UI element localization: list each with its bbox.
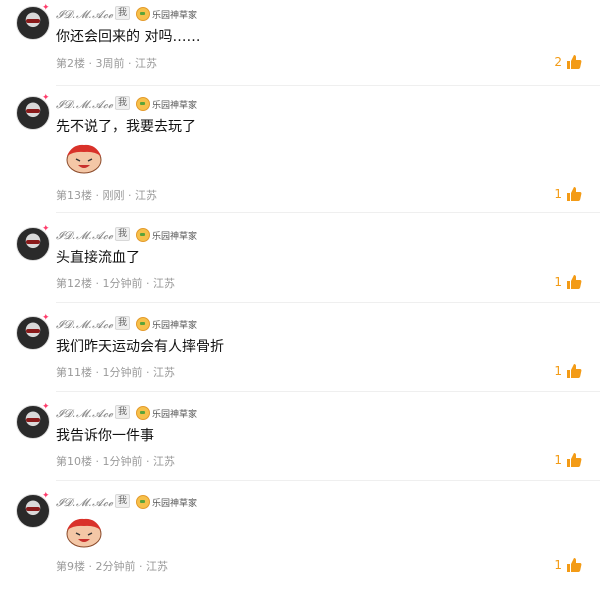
leaf-badge-icon: [136, 406, 150, 420]
like-button[interactable]: 2: [554, 54, 582, 70]
comment-text: 先不说了，我要去玩了: [56, 119, 196, 135]
thumbs-up-icon: [567, 558, 582, 572]
like-count: 1: [554, 364, 562, 378]
thumbs-up-icon: [567, 187, 582, 201]
divider: [56, 391, 600, 392]
divider: [56, 85, 600, 86]
group-name: 乐园神草家: [152, 499, 198, 509]
thumbs-up-icon: [567, 364, 582, 378]
comment-item: ✦ 𝓘𝓓.𝓜.𝓐𝓬𝓮日 我 乐园神草家 头直接流血了 第12楼 · 1分钟前 ·…: [0, 221, 600, 310]
comment-meta: 第10楼 · 1分钟前 · 江苏: [56, 455, 175, 468]
laughing-face-sticker: [66, 518, 102, 548]
like-count: 1: [554, 558, 562, 572]
like-count: 1: [554, 453, 562, 467]
avatar-decoration-icon: ✦: [42, 3, 50, 13]
leaf-badge-icon: [136, 228, 150, 242]
group-name: 乐园神草家: [152, 410, 198, 420]
author-tag: 我: [115, 6, 131, 20]
comment-meta: 第12楼 · 1分钟前 · 江苏: [56, 277, 175, 290]
leaf-badge-icon: [136, 317, 150, 331]
author-tag: 我: [115, 227, 131, 241]
leaf-badge-icon: [136, 495, 150, 509]
thumbs-up-icon: [567, 453, 582, 467]
like-button[interactable]: 1: [554, 186, 582, 202]
author-tag: 我: [115, 96, 131, 110]
group-name: 乐园神草家: [152, 101, 198, 111]
group-name: 乐园神草家: [152, 232, 198, 242]
like-count: 1: [554, 275, 562, 289]
avatar-decoration-icon: ✦: [42, 491, 50, 501]
avatar-decoration-icon: ✦: [42, 402, 50, 412]
comment-text: 头直接流血了: [56, 250, 140, 266]
laughing-face-sticker: [66, 144, 102, 174]
like-count: 1: [554, 187, 562, 201]
comment-text: 我告诉你一件事: [56, 428, 154, 444]
comment-item: ✦ 𝓘𝓓.𝓜.𝓐𝓬𝓮日 我 乐园神草家 先不说了，我要去玩了 第13楼 · 刚刚…: [0, 90, 600, 213]
like-count: 2: [554, 55, 562, 69]
like-button[interactable]: 1: [554, 363, 582, 379]
comment-item: ✦ 𝓘𝓓.𝓜.𝓐𝓬𝓮日 我 乐园神草家 你还会回来的 对吗…… 第2楼 · 3周…: [0, 0, 600, 90]
divider: [56, 212, 600, 213]
comment-meta: 第13楼 · 刚刚 · 江苏: [56, 189, 157, 202]
thumbs-up-icon: [567, 55, 582, 69]
comment-text: 我们昨天运动会有人摔骨折: [56, 339, 224, 355]
comment-meta: 第11楼 · 1分钟前 · 江苏: [56, 366, 175, 379]
divider: [56, 302, 600, 303]
group-name: 乐园神草家: [152, 11, 198, 21]
leaf-badge-icon: [136, 7, 150, 21]
leaf-badge-icon: [136, 97, 150, 111]
like-button[interactable]: 1: [554, 274, 582, 290]
author-tag: 我: [115, 316, 131, 330]
comment-meta: 第9楼 · 2分钟前 · 江苏: [56, 560, 168, 573]
divider: [56, 480, 600, 481]
comment-text: 你还会回来的 对吗……: [56, 29, 201, 45]
comment-meta: 第2楼 · 3周前 · 江苏: [56, 57, 157, 70]
comment-item: ✦ 𝓘𝓓.𝓜.𝓐𝓬𝓮日 我 乐园神草家 我们昨天运动会有人摔骨折 第11楼 · …: [0, 310, 600, 399]
avatar-decoration-icon: ✦: [42, 93, 50, 103]
avatar-decoration-icon: ✦: [42, 313, 50, 323]
comment-item: ✦ 𝓘𝓓.𝓜.𝓐𝓬𝓮日 我 乐园神草家 我告诉你一件事 第10楼 · 1分钟前 …: [0, 399, 600, 488]
author-tag: 我: [115, 494, 131, 508]
like-button[interactable]: 1: [554, 557, 582, 573]
avatar-decoration-icon: ✦: [42, 224, 50, 234]
author-tag: 我: [115, 405, 131, 419]
comment-item: ✦ 𝓘𝓓.𝓜.𝓐𝓬𝓮日 我 乐园神草家 第9楼 · 2分钟前 · 江苏 1: [0, 488, 600, 588]
thumbs-up-icon: [567, 275, 582, 289]
like-button[interactable]: 1: [554, 452, 582, 468]
group-name: 乐园神草家: [152, 321, 198, 331]
